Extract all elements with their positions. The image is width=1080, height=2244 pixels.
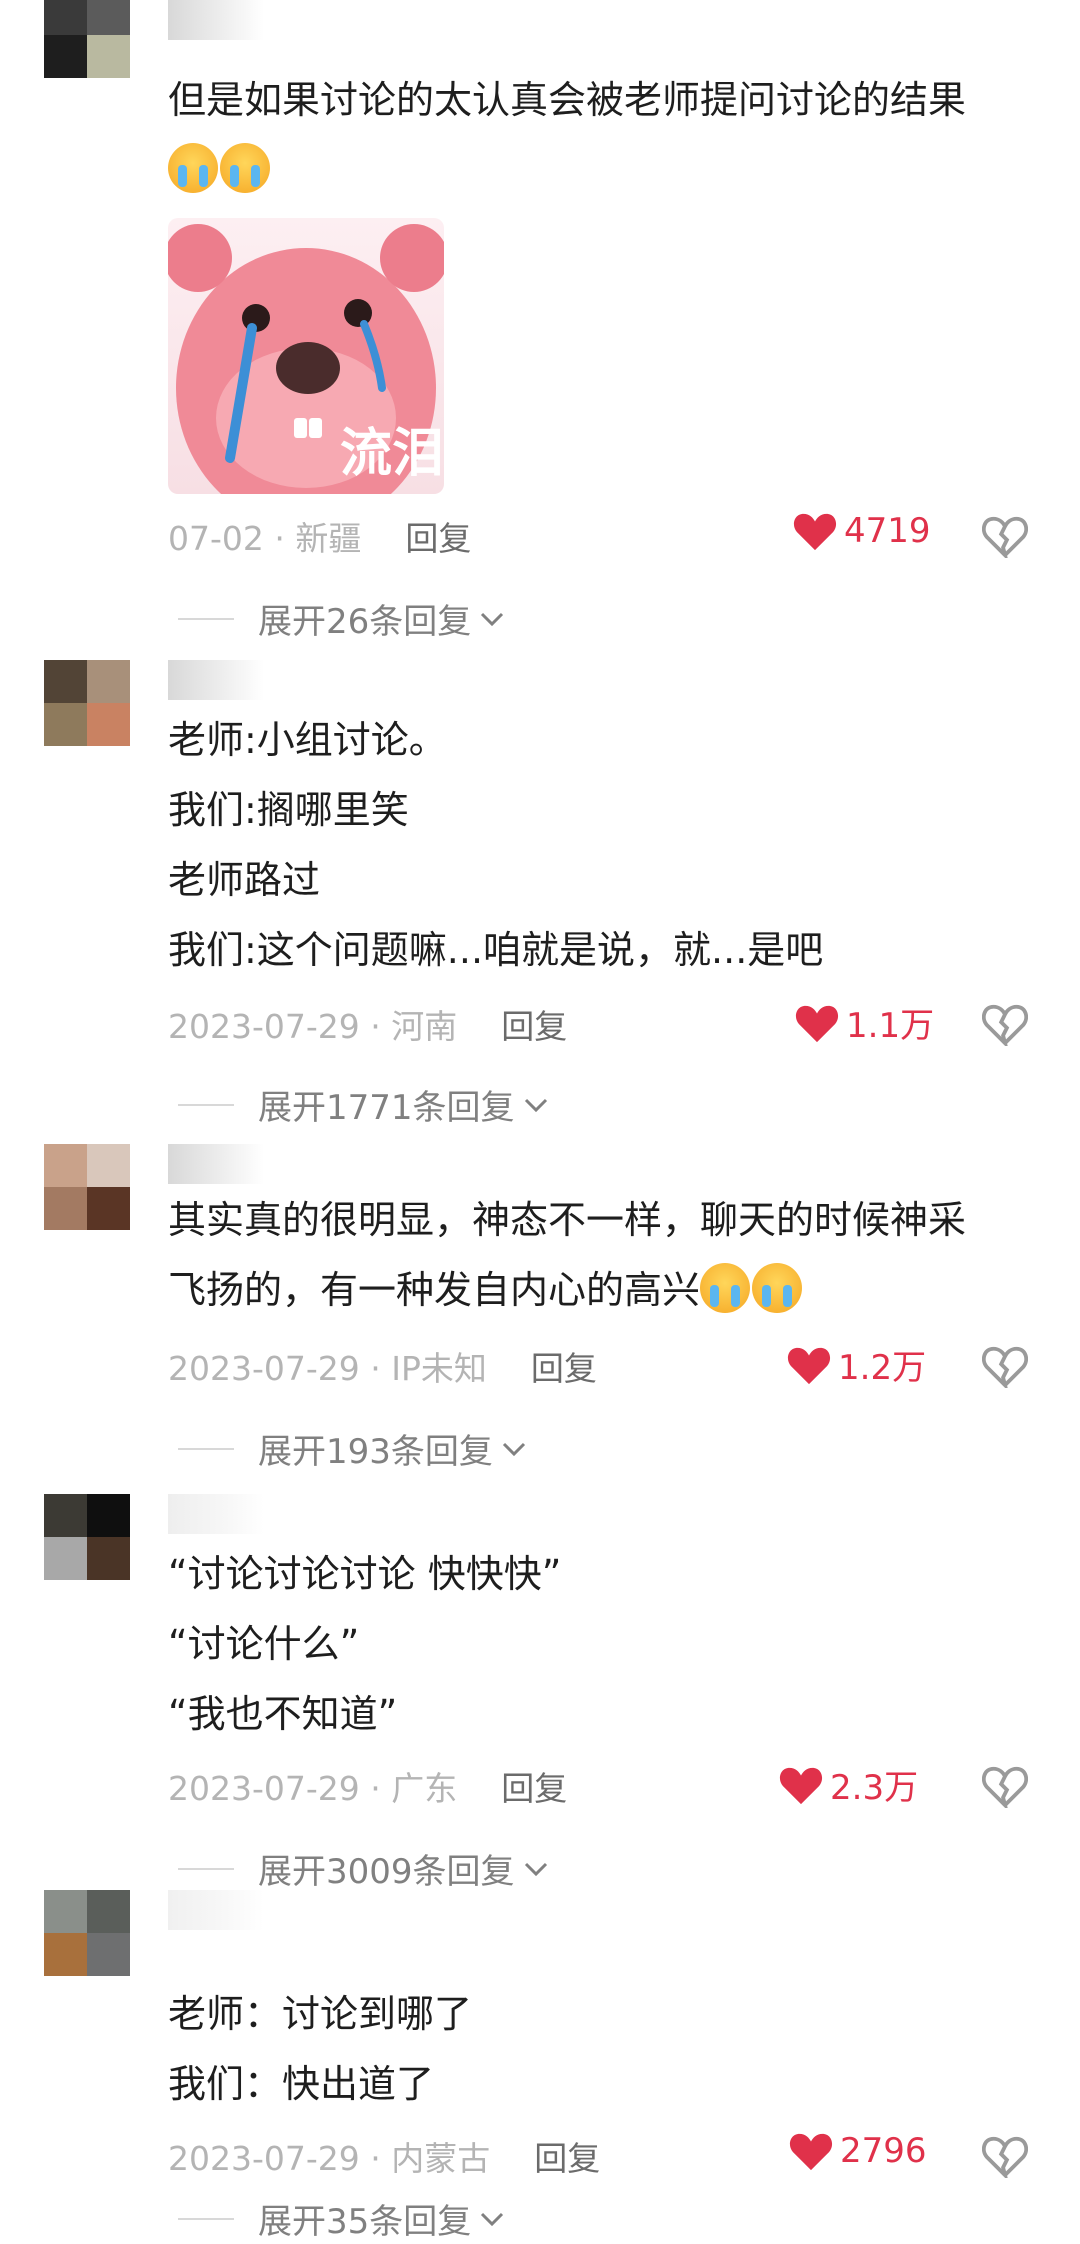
- heart-icon: [793, 513, 837, 551]
- like-count: 2.3万: [830, 1768, 919, 1808]
- meta-separator: ·: [359, 1007, 392, 1046]
- username-blurred[interactable]: [168, 1144, 264, 1184]
- broken-heart-icon[interactable]: [982, 2134, 1028, 2178]
- avatar[interactable]: [44, 1494, 130, 1580]
- expand-replies-label: 展开1771条回复: [258, 1088, 515, 1128]
- pleading-emoji-icon: [700, 1263, 751, 1313]
- comment-text-line: “讨论讨论讨论 快快快”: [168, 1552, 562, 1596]
- comment-text-line: “我也不知道”: [168, 1692, 398, 1736]
- comment-meta: 2023-07-29 · 广东 回复: [168, 1762, 567, 1810]
- broken-heart-icon[interactable]: [982, 1002, 1028, 1046]
- reply-button[interactable]: 回复: [534, 2139, 600, 2178]
- comment-text-line: 我们：快出道了: [168, 2062, 435, 2106]
- like-button[interactable]: 1.2万: [786, 1340, 926, 1389]
- comment-location: IP未知: [391, 1349, 487, 1388]
- avatar[interactable]: [44, 1890, 130, 1976]
- meta-separator: ·: [359, 1769, 392, 1808]
- chevron-down-icon: [481, 612, 504, 626]
- broken-heart-icon[interactable]: [982, 514, 1028, 558]
- expand-replies-button[interactable]: 展开35条回复: [178, 2194, 505, 2243]
- reply-button[interactable]: 回复: [405, 519, 471, 558]
- reply-button[interactable]: 回复: [501, 1769, 567, 1808]
- pleading-emoji-icon: [752, 1263, 803, 1313]
- comment-text-line: 其实真的很明显，神态不一样，聊天的时候神采: [168, 1198, 967, 1242]
- meta-separator: ·: [359, 2139, 392, 2178]
- heart-icon: [789, 2133, 833, 2171]
- heart-icon: [779, 1767, 823, 1804]
- expand-replies-label: 展开3009条回复: [258, 1852, 515, 1892]
- avatar[interactable]: [44, 660, 130, 746]
- comment-date: 2023-07-29: [168, 1769, 360, 1808]
- chevron-down-icon: [524, 1862, 547, 1876]
- expand-divider: [178, 1447, 234, 1450]
- avatar[interactable]: [44, 1144, 130, 1230]
- username-blurred[interactable]: [168, 1494, 264, 1534]
- comment-emoji-row: [168, 134, 272, 206]
- comment-location: 河南: [391, 1007, 458, 1046]
- comment-meta: 07-02 · 新疆 回复: [168, 512, 471, 560]
- meta-separator: ·: [263, 519, 296, 558]
- heart-icon: [787, 1347, 831, 1384]
- comment-date: 07-02: [168, 519, 264, 558]
- comment-meta: 2023-07-29 · IP未知 回复: [168, 1342, 597, 1390]
- username-blurred[interactable]: [168, 0, 264, 40]
- comment-text-line: 但是如果讨论的太认真会被老师提问讨论的结果: [168, 78, 967, 122]
- broken-heart-icon[interactable]: [982, 1764, 1028, 1808]
- crying-emoji-icon: [168, 143, 218, 193]
- avatar[interactable]: [44, 0, 130, 78]
- heart-icon: [795, 1005, 839, 1042]
- expand-divider: [178, 1867, 234, 1870]
- reply-button[interactable]: 回复: [531, 1349, 597, 1388]
- expand-divider: [178, 1103, 234, 1106]
- expand-divider: [178, 2217, 234, 2220]
- comment-text-line: 老师:小组讨论。: [168, 718, 447, 762]
- expand-replies-label: 展开26条回复: [258, 602, 472, 642]
- broken-heart-icon[interactable]: [982, 1344, 1028, 1388]
- like-count: 1.1万: [846, 1006, 935, 1046]
- expand-replies-label: 展开193条回复: [258, 1432, 493, 1472]
- crying-beaver-sticker[interactable]: 流泪: [168, 218, 444, 494]
- meta-separator: ·: [359, 1349, 392, 1388]
- reply-button[interactable]: 回复: [501, 1007, 567, 1046]
- comment-text-line: “讨论什么”: [168, 1622, 360, 1666]
- expand-replies-button[interactable]: 展开1771条回复: [178, 1080, 549, 1129]
- chevron-down-icon: [481, 2212, 504, 2226]
- comment-text-line-with-emoji: 飞扬的，有一种发自内心的高兴: [168, 1254, 804, 1326]
- comment-location: 新疆: [295, 519, 362, 558]
- comment-text-line: 老师路过: [168, 858, 321, 902]
- like-count: 4719: [844, 511, 931, 551]
- comment-date: 2023-07-29: [168, 1007, 360, 1046]
- chevron-down-icon: [502, 1442, 525, 1456]
- expand-replies-label: 展开35条回复: [258, 2202, 472, 2242]
- expand-replies-button[interactable]: 展开26条回复: [178, 594, 505, 643]
- comment-location: 内蒙古: [391, 2139, 491, 2178]
- like-button[interactable]: 4719: [792, 510, 931, 552]
- like-count: 2796: [840, 2131, 927, 2171]
- comment-meta: 2023-07-29 · 河南 回复: [168, 1000, 567, 1048]
- crying-emoji-icon: [220, 143, 270, 193]
- comment-text-line: 我们:搁哪里笑: [168, 788, 409, 832]
- comment-date: 2023-07-29: [168, 2139, 360, 2178]
- comment-location: 广东: [391, 1769, 458, 1808]
- comment-meta: 2023-07-29 · 内蒙古 回复: [168, 2132, 600, 2180]
- comment-text-line: 我们:这个问题嘛...咱就是说，就...是吧: [168, 928, 824, 972]
- chevron-down-icon: [524, 1098, 547, 1112]
- like-count: 1.2万: [838, 1348, 927, 1388]
- like-button[interactable]: 2.3万: [778, 1760, 918, 1809]
- comment-text-line: 老师：讨论到哪了: [168, 1992, 473, 2036]
- username-blurred[interactable]: [168, 1890, 264, 1930]
- comment-text-line: 飞扬的，有一种发自内心的高兴: [168, 1268, 701, 1312]
- expand-replies-button[interactable]: 展开193条回复: [178, 1424, 527, 1473]
- sticker-caption: 流泪: [339, 424, 444, 484]
- like-button[interactable]: 2796: [788, 2130, 927, 2172]
- comment-date: 2023-07-29: [168, 1349, 360, 1388]
- expand-divider: [178, 617, 234, 620]
- expand-replies-button[interactable]: 展开3009条回复: [178, 1844, 549, 1893]
- like-button[interactable]: 1.1万: [794, 998, 934, 1047]
- username-blurred[interactable]: [168, 660, 264, 700]
